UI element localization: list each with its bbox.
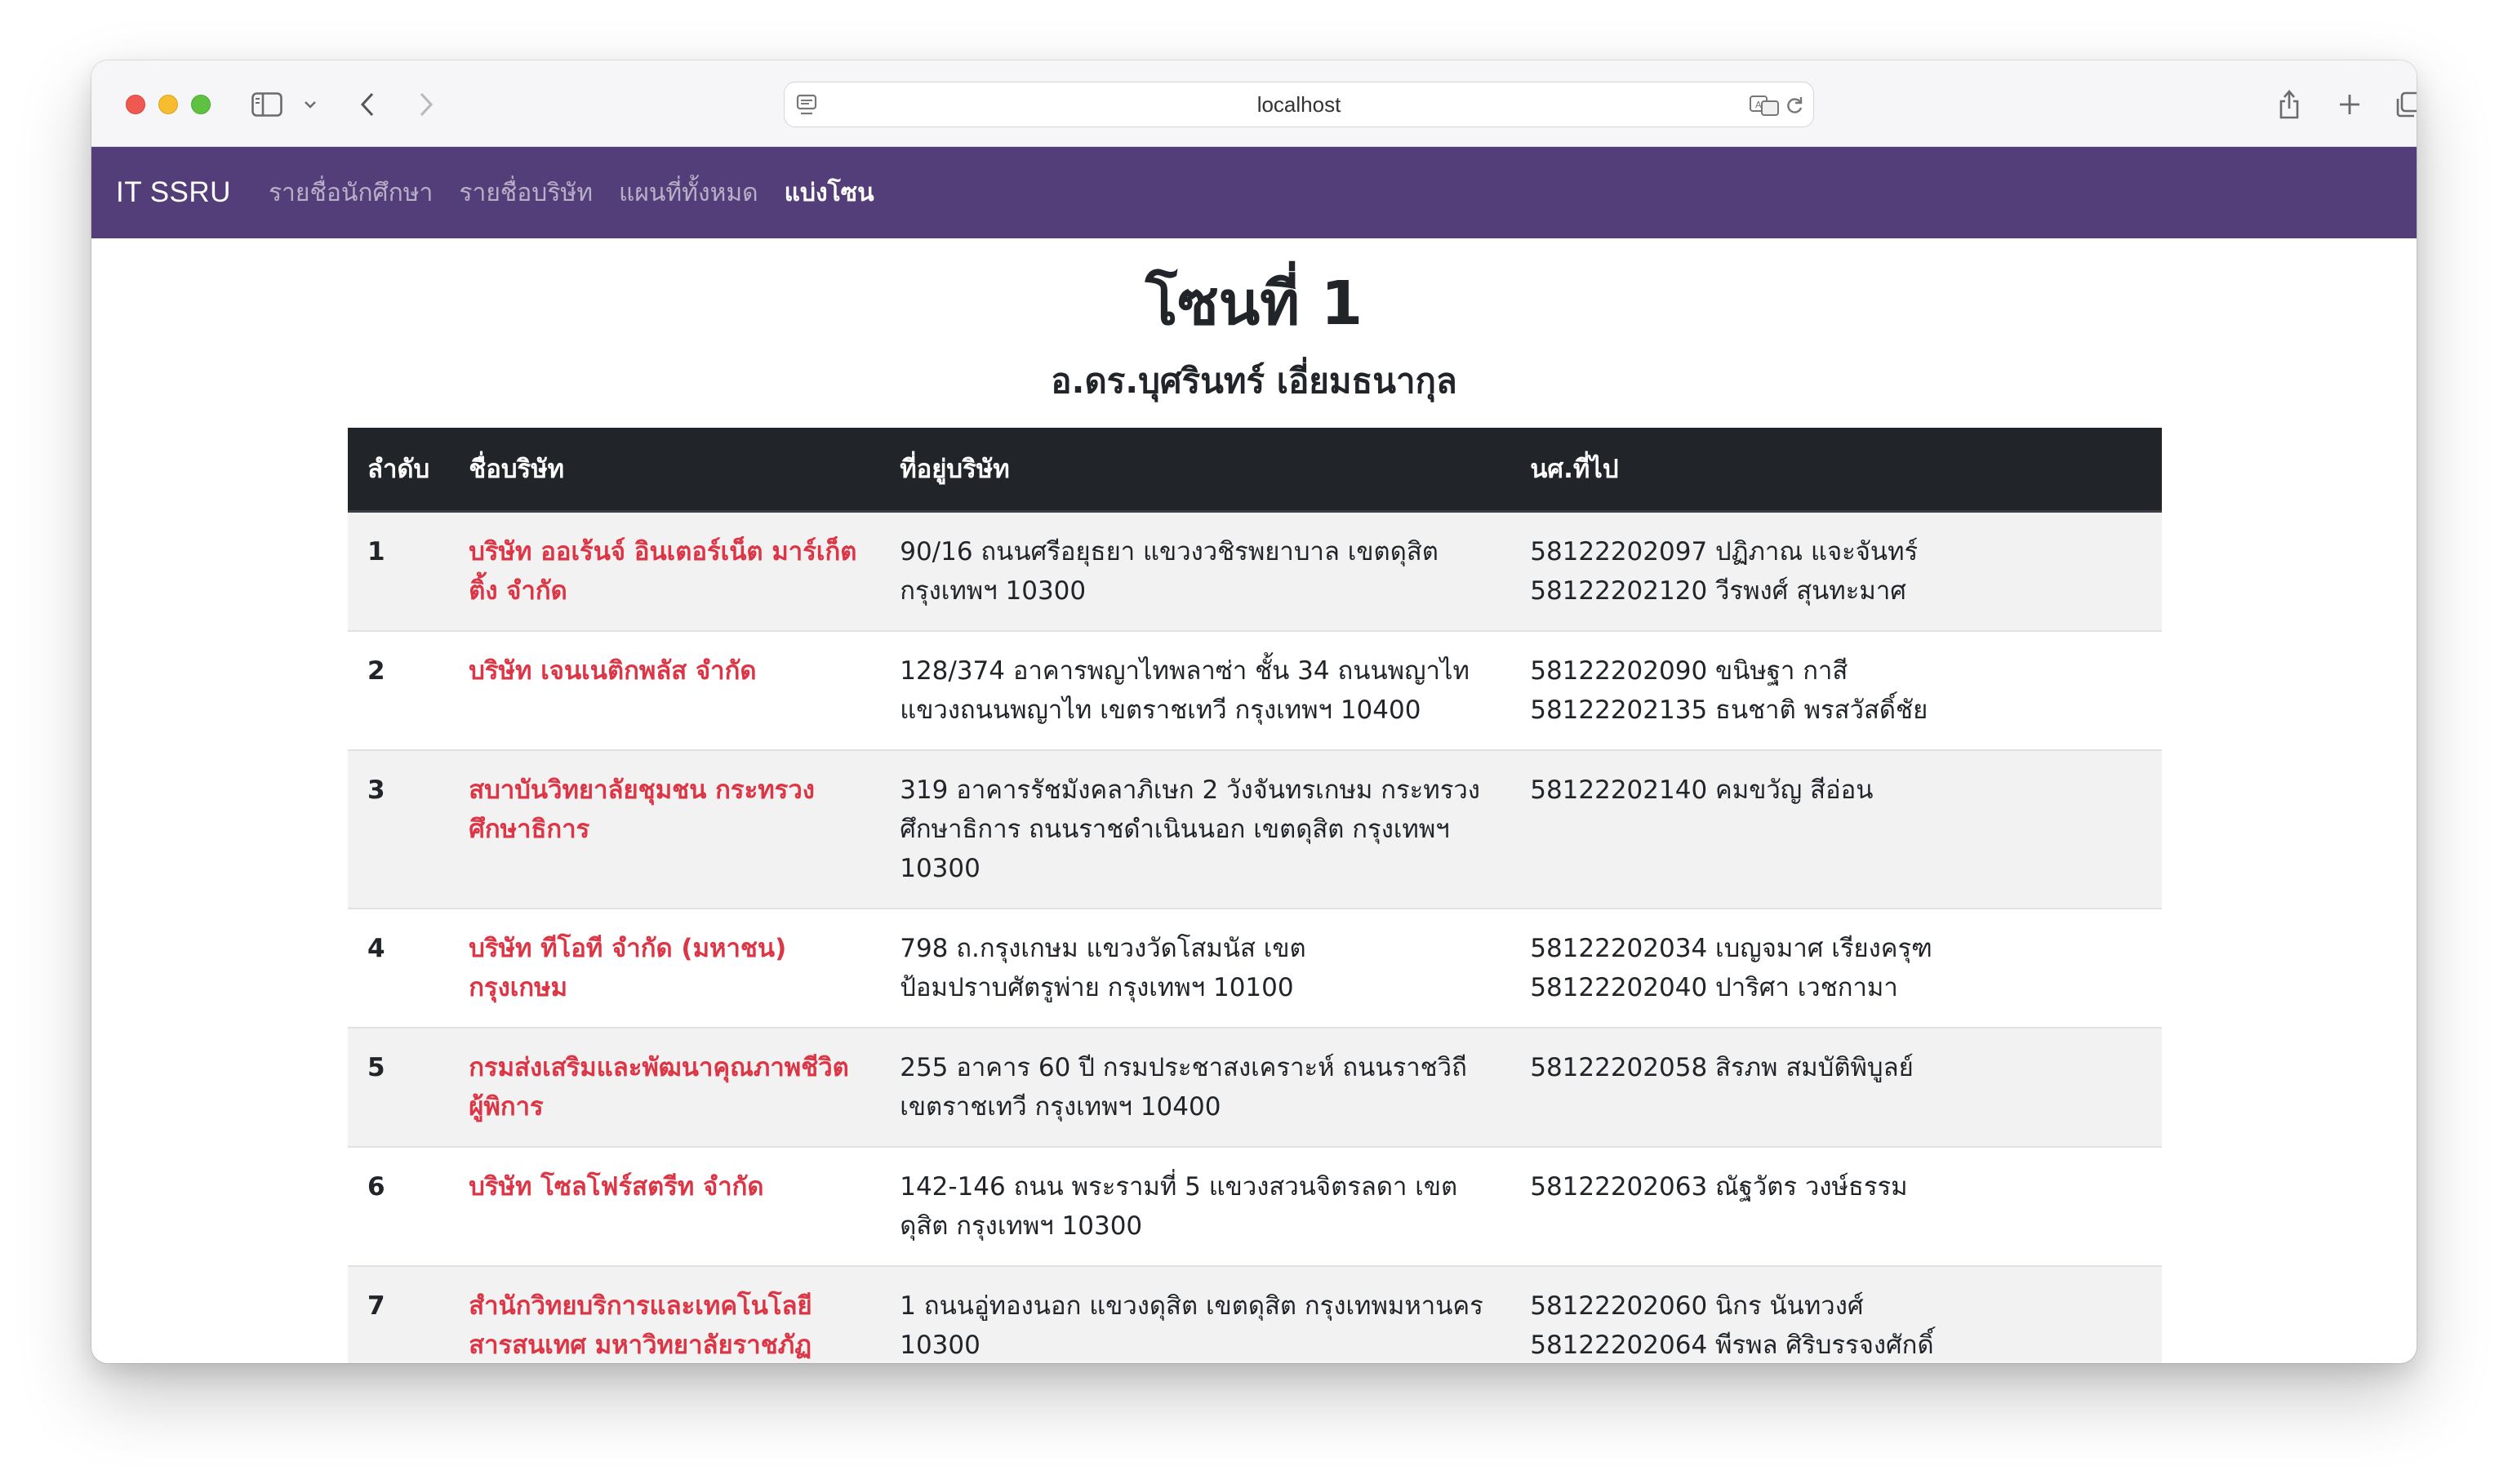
column-header-company: ชื่อบริษัท — [449, 428, 881, 513]
new-tab-icon[interactable] — [2333, 85, 2366, 124]
row-number: 4 — [348, 907, 450, 1028]
page-title: โซนที่ 1 — [1145, 269, 1363, 339]
company-link[interactable]: บริษัท โซลโฟร์สตรีท จำกัด — [469, 1172, 763, 1202]
student-entry: 58122202097 ปฏิภาณ แจะจันทร์ — [1530, 536, 1919, 566]
minimize-window-button[interactable] — [158, 95, 178, 114]
company-cell: บริษัท ออเร้นจ์ อินเตอร์เน็ต มาร์เก็ตติ้… — [449, 510, 881, 631]
column-header-no: ลำดับ — [348, 428, 450, 513]
table-row: 2 บริษัท เจนเนติกพลัส จำกัด 128/374 อาคารพ… — [348, 629, 2162, 750]
student-entry: 58122202140 คมขวัญ สีอ่อน — [1530, 775, 1874, 805]
table-row: 4 บริษัท ทีโอที จำกัด (มหาชน) กรุงเกษม 798… — [348, 907, 2162, 1028]
students-cell: 58122202097 ปฏิภาณ แจะจันทร์ 58122202120 … — [1510, 510, 2162, 631]
row-number: 6 — [348, 1145, 450, 1266]
company-address: 319 อาคารรัชมังคลาภิเษก 2 วังจันทรเกษม ก… — [880, 749, 1511, 909]
company-cell: สบาบันวิทยาลัยชุมชน กระทรวงศึกษาธิการ — [449, 749, 881, 909]
students-cell: 58122202140 คมขวัญ สีอ่อน — [1510, 749, 2162, 909]
share-icon[interactable] — [2273, 85, 2306, 124]
company-address: 142-146 ถนน พระรามที่ 5 แขวงสวนจิตรลดา เ… — [880, 1145, 1511, 1266]
company-cell: สำนักวิทยบริการและเทคโนโลยีสารสนเทศ มหาว… — [449, 1264, 881, 1363]
company-link[interactable]: บริษัท ออเร้นจ์ อินเตอร์เน็ต มาร์เก็ตติ้… — [469, 537, 856, 606]
table-header: ลำดับ ชื่อบริษัท ที่อยู่บริษัท นศ.ที่ไป — [348, 428, 2162, 513]
student-entry: 58122202090 ขนิษฐา กาสี — [1530, 655, 1848, 686]
student-entry: 58122202064 พีรพล ศิริบรรจงศักดิ์ — [1530, 1330, 1934, 1360]
tab-overview-icon[interactable] — [2392, 85, 2417, 124]
company-address: 128/374 อาคารพญาไทพลาซ่า ชั้น 34 ถนนพญาไ… — [880, 629, 1511, 750]
student-entry: 58122202034 เบญจมาศ เรียงครุฑ — [1530, 933, 1932, 963]
column-header-students: นศ.ที่ไป — [1510, 428, 2162, 513]
address-bar[interactable]: localhost A — [784, 82, 1814, 127]
row-number: 5 — [348, 1026, 450, 1147]
student-entry: 58122202058 สิรภพ สมบัติพิบูลย์ — [1530, 1052, 1914, 1082]
row-number: 3 — [348, 749, 450, 909]
table-row: 5 กรมส่งเสริมและพัฒนาคุณภาพชีวิตผู้พิการ 2… — [348, 1026, 2162, 1147]
company-link[interactable]: สบาบันวิทยาลัยชุมชน กระทรวงศึกษาธิการ — [469, 775, 815, 844]
translate-icon[interactable]: A — [1748, 86, 1781, 125]
company-cell: กรมส่งเสริมและพัฒนาคุณภาพชีวิตผู้พิการ — [449, 1026, 881, 1147]
svg-text:A: A — [1755, 100, 1762, 110]
forward-arrow-icon[interactable] — [411, 85, 441, 124]
nav-link-zones[interactable]: แบ่งโซน — [785, 174, 874, 212]
main-content: โซนที่ 1 อ.ดร.บุศรินทร์ เอี่ยมธนากุล ลำด… — [91, 238, 2417, 1363]
company-link[interactable]: บริษัท ทีโอที จำกัด (มหาชน) กรุงเกษม — [469, 934, 786, 1002]
browser-window: localhost A IT SSRU รายชื่อนักศึกษา รายช… — [91, 60, 2417, 1363]
chevron-down-icon[interactable] — [300, 85, 320, 124]
company-link[interactable]: สำนักวิทยบริการและเทคโนโลยีสารสนเทศ มหาว… — [469, 1291, 812, 1360]
close-window-button[interactable] — [126, 95, 145, 114]
company-address: 798 ถ.กรุงเกษม แขวงวัดโสมนัส เขตป้อมปราบ… — [880, 907, 1511, 1028]
back-arrow-icon[interactable] — [353, 85, 382, 124]
company-cell: บริษัท โซลโฟร์สตรีท จำกัด — [449, 1145, 881, 1266]
row-number: 7 — [348, 1264, 450, 1363]
sidebar-toggle-icon[interactable] — [248, 85, 286, 124]
company-link[interactable]: กรมส่งเสริมและพัฒนาคุณภาพชีวิตผู้พิการ — [469, 1053, 849, 1122]
row-number: 1 — [348, 510, 450, 631]
company-cell: บริษัท ทีโอที จำกัด (มหาชน) กรุงเกษม — [449, 907, 881, 1028]
students-cell: 58122202090 ขนิษฐา กาสี 58122202135 ธนชาต… — [1510, 629, 2162, 750]
students-cell: 58122202060 นิกร นันทวงศ์ 58122202064 พีร… — [1510, 1264, 2162, 1363]
company-address: 255 อาคาร 60 ปี กรมประชาสงเคราะห์ ถนนราช… — [880, 1026, 1511, 1147]
brand-logo[interactable]: IT SSRU — [116, 176, 231, 209]
company-address: 1 ถนนอู่ทองนอก แขวงดุสิต เขตดุสิต กรุงเท… — [880, 1264, 1511, 1363]
student-entry: 58122202120 วีรพงศ์ สุนทะมาศ — [1530, 575, 1906, 606]
column-header-address: ที่อยู่บริษัท — [880, 428, 1511, 513]
table-body: 1 บริษัท ออเร้นจ์ อินเตอร์เน็ต มาร์เก็ตติ… — [348, 510, 2162, 1363]
teacher-name: อ.ดร.บุศรินทร์ เอี่ยมธนากุล — [1051, 361, 1457, 401]
row-number: 2 — [348, 629, 450, 750]
table-row: 6 บริษัท โซลโฟร์สตรีท จำกัด 142-146 ถนน พร… — [348, 1145, 2162, 1266]
company-address: 90/16 ถนนศรีอยุธยา แขวงวชิรพยาบาล เขตดุส… — [880, 510, 1511, 631]
company-link[interactable]: บริษัท เจนเนติกพลัส จำกัด — [469, 656, 756, 686]
students-cell: 58122202058 สิรภพ สมบัติพิบูลย์ — [1510, 1026, 2162, 1147]
student-entry: 58122202060 นิกร นันทวงศ์ — [1530, 1291, 1864, 1321]
company-table: ลำดับ ชื่อบริษัท ที่อยู่บริษัท นศ.ที่ไป … — [348, 428, 2162, 1363]
students-cell: 58122202063 ณัฐวัตร วงษ์ธรรม — [1510, 1145, 2162, 1266]
browser-toolbar: localhost A — [91, 60, 2417, 147]
company-cell: บริษัท เจนเนติกพลัส จำกัด — [449, 629, 881, 750]
url-text: localhost — [1256, 91, 1341, 117]
site-navbar: IT SSRU รายชื่อนักศึกษา รายชื่อบริษัท แผ… — [91, 147, 2417, 238]
student-entry: 58122202063 ณัฐวัตร วงษ์ธรรม — [1530, 1171, 1908, 1202]
table-row: 7 สำนักวิทยบริการและเทคโนโลยีสารสนเทศ มหา… — [348, 1264, 2162, 1363]
table-row: 1 บริษัท ออเร้นจ์ อินเตอร์เน็ต มาร์เก็ตติ… — [348, 510, 2162, 631]
student-entry: 58122202040 ปาริศา เวชกามา — [1530, 972, 1898, 1002]
nav-link-all-maps[interactable]: แผนที่ทั้งหมด — [619, 174, 758, 212]
reload-icon[interactable] — [1782, 86, 1807, 125]
table-row: 3 สบาบันวิทยาลัยชุมชน กระทรวงศึกษาธิการ 31… — [348, 749, 2162, 909]
students-cell: 58122202034 เบญจมาศ เรียงครุฑ 58122202040… — [1510, 907, 2162, 1028]
nav-link-students[interactable]: รายชื่อนักศึกษา — [269, 174, 433, 212]
zoom-window-button[interactable] — [191, 95, 211, 114]
nav-link-companies[interactable]: รายชื่อบริษัท — [459, 174, 593, 212]
student-entry: 58122202135 ธนชาติ พรสวัสดิ์ชัย — [1530, 695, 1928, 725]
